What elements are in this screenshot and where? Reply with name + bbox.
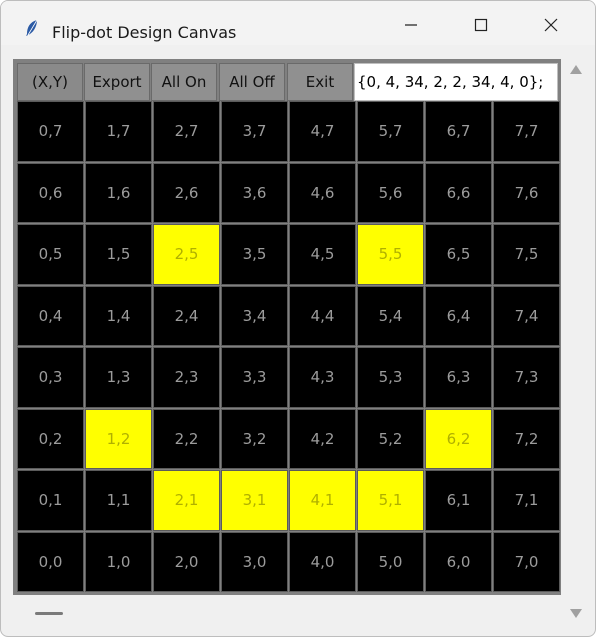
dot-cell[interactable]: 1,7: [85, 101, 152, 162]
dot-cell[interactable]: 4,2: [289, 408, 356, 469]
dot-cell[interactable]: 3,3: [221, 347, 288, 408]
all-off-button[interactable]: All Off: [219, 63, 285, 101]
dot-cell[interactable]: 4,1: [289, 470, 356, 531]
dot-cell[interactable]: 5,1: [357, 470, 424, 531]
dot-cell[interactable]: 1,4: [85, 285, 152, 346]
dot-cell[interactable]: 0,6: [17, 162, 84, 223]
dot-cell[interactable]: 2,6: [153, 162, 220, 223]
dot-cell[interactable]: 7,7: [493, 101, 560, 162]
app-window: Flip-dot Design Canvas (X,Y) Export All …: [0, 0, 596, 637]
dot-cell[interactable]: 5,7: [357, 101, 424, 162]
dot-cell[interactable]: 7,0: [493, 531, 560, 592]
dot-cell[interactable]: 0,3: [17, 347, 84, 408]
dot-cell[interactable]: 1,5: [85, 224, 152, 285]
title-bar[interactable]: Flip-dot Design Canvas: [1, 1, 595, 45]
dot-cell[interactable]: 4,6: [289, 162, 356, 223]
dot-cell[interactable]: 2,0: [153, 531, 220, 592]
dot-cell[interactable]: 3,6: [221, 162, 288, 223]
dot-cell[interactable]: 1,6: [85, 162, 152, 223]
dot-cell[interactable]: 0,1: [17, 470, 84, 531]
dot-cell[interactable]: 4,7: [289, 101, 356, 162]
dot-cell[interactable]: 6,7: [425, 101, 492, 162]
horizontal-scrollbar[interactable]: [13, 598, 561, 626]
dot-cell[interactable]: 0,4: [17, 285, 84, 346]
dot-cell[interactable]: 5,0: [357, 531, 424, 592]
vertical-scrollbar[interactable]: [565, 59, 585, 626]
export-button[interactable]: Export: [84, 63, 150, 101]
dot-cell[interactable]: 4,5: [289, 224, 356, 285]
dot-cell[interactable]: 7,4: [493, 285, 560, 346]
scroll-thumb[interactable]: [35, 612, 63, 615]
dot-cell[interactable]: 1,2: [85, 408, 152, 469]
dot-cell[interactable]: 5,3: [357, 347, 424, 408]
dot-cell[interactable]: 6,6: [425, 162, 492, 223]
export-output-field[interactable]: {0, 4, 34, 2, 2, 34, 4, 0};: [354, 63, 558, 101]
dot-cell[interactable]: 2,5: [153, 224, 220, 285]
dot-cell[interactable]: 3,5: [221, 224, 288, 285]
scroll-up-icon[interactable]: [570, 65, 582, 74]
xy-label-button[interactable]: (X,Y): [17, 63, 83, 101]
dot-cell[interactable]: 5,2: [357, 408, 424, 469]
dot-cell[interactable]: 0,5: [17, 224, 84, 285]
canvas-area: (X,Y) Export All On All Off Exit {0, 4, …: [13, 59, 561, 595]
dot-cell[interactable]: 7,1: [493, 470, 560, 531]
dot-cell[interactable]: 5,4: [357, 285, 424, 346]
dot-cell[interactable]: 5,5: [357, 224, 424, 285]
dot-cell[interactable]: 2,2: [153, 408, 220, 469]
dot-cell[interactable]: 6,1: [425, 470, 492, 531]
dot-cell[interactable]: 2,1: [153, 470, 220, 531]
scroll-down-icon[interactable]: [570, 609, 582, 618]
dot-cell[interactable]: 3,4: [221, 285, 288, 346]
dot-cell[interactable]: 7,2: [493, 408, 560, 469]
minimize-icon: [405, 24, 417, 26]
dot-cell[interactable]: 2,7: [153, 101, 220, 162]
dot-cell[interactable]: 6,3: [425, 347, 492, 408]
dot-cell[interactable]: 6,0: [425, 531, 492, 592]
dot-cell[interactable]: 0,7: [17, 101, 84, 162]
maximize-icon: [474, 18, 488, 32]
dot-cell[interactable]: 1,3: [85, 347, 152, 408]
minimize-button[interactable]: [388, 9, 434, 41]
dot-cell[interactable]: 3,0: [221, 531, 288, 592]
close-button[interactable]: [528, 9, 574, 41]
dot-cell[interactable]: 3,7: [221, 101, 288, 162]
dot-cell[interactable]: 3,2: [221, 408, 288, 469]
dot-cell[interactable]: 2,4: [153, 285, 220, 346]
dot-cell[interactable]: 4,4: [289, 285, 356, 346]
window-title: Flip-dot Design Canvas: [52, 23, 237, 42]
dot-cell[interactable]: 0,0: [17, 531, 84, 592]
dot-cell[interactable]: 6,2: [425, 408, 492, 469]
dot-cell[interactable]: 3,1: [221, 470, 288, 531]
feather-icon: [25, 19, 39, 36]
dot-cell[interactable]: 0,2: [17, 408, 84, 469]
dot-cell[interactable]: 6,5: [425, 224, 492, 285]
dot-cell[interactable]: 1,0: [85, 531, 152, 592]
dot-cell[interactable]: 1,1: [85, 470, 152, 531]
dot-cell[interactable]: 7,3: [493, 347, 560, 408]
maximize-button[interactable]: [458, 9, 504, 41]
dot-cell[interactable]: 7,6: [493, 162, 560, 223]
dot-cell[interactable]: 7,5: [493, 224, 560, 285]
close-icon: [544, 18, 558, 32]
all-on-button[interactable]: All On: [151, 63, 217, 101]
exit-button[interactable]: Exit: [287, 63, 353, 101]
dot-cell[interactable]: 6,4: [425, 285, 492, 346]
dot-cell[interactable]: 5,6: [357, 162, 424, 223]
dot-cell[interactable]: 4,0: [289, 531, 356, 592]
dot-cell[interactable]: 4,3: [289, 347, 356, 408]
dot-cell[interactable]: 2,3: [153, 347, 220, 408]
